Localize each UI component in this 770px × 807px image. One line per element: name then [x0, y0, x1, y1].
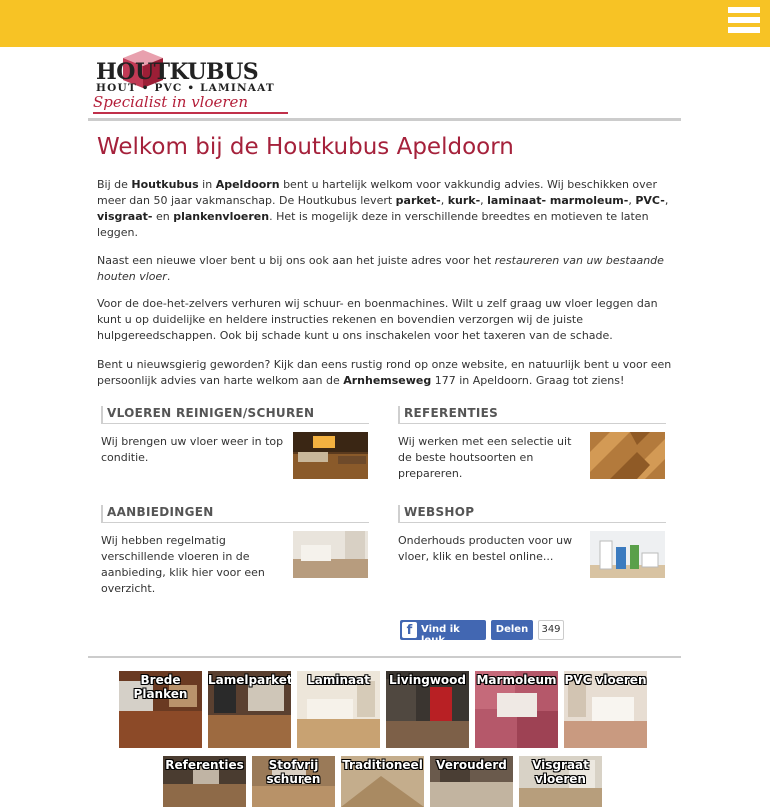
cleaning-products-image[interactable]: [590, 531, 665, 578]
block-heading[interactable]: VLOEREN REINIGEN/SCHUREN: [101, 406, 369, 424]
block-heading[interactable]: WEBSHOP: [398, 505, 666, 523]
tile-stofvrij-schuren[interactable]: Stofvrij schuren: [252, 756, 335, 807]
tile-label: Marmoleum: [476, 673, 557, 687]
block-heading[interactable]: AANBIEDINGEN: [101, 505, 369, 523]
tile-label: Laminaat: [307, 673, 370, 687]
tile-label: Livingwood: [389, 673, 466, 687]
tile-verouderd[interactable]: Verouderd: [430, 756, 513, 807]
facebook-like-label: Vind ik leuk: [421, 624, 460, 646]
tile-label: Visgraat vloeren: [532, 758, 589, 786]
tile-label: Brede Planken: [133, 673, 188, 701]
block-text: Onderhouds producten voor uw vloer, klik…: [398, 534, 573, 563]
bright-room-image[interactable]: [293, 531, 368, 578]
block-aanbiedingen: AANBIEDINGEN Wij hebben regelmatig versc…: [101, 505, 369, 595]
footer-divider: [88, 656, 681, 658]
hamburger-icon[interactable]: [728, 7, 760, 39]
tile-livingwood[interactable]: Livingwood: [386, 671, 469, 748]
header-divider: [88, 118, 681, 121]
site-logo[interactable]: HOUTKUBUS HOUT • PVC • LAMINAAT Speciali…: [93, 50, 293, 115]
top-bar: [0, 0, 770, 47]
facebook-share-button[interactable]: Delen: [491, 620, 533, 640]
intro-paragraph-2: Naast een nieuwe vloer bent u bij ons oo…: [97, 254, 664, 283]
living-room-image[interactable]: [293, 432, 368, 479]
parquet-image[interactable]: [590, 432, 665, 479]
tile-pvc-vloeren[interactable]: PVC vloeren: [564, 671, 647, 748]
facebook-like-button[interactable]: f Vind ik leuk: [400, 620, 486, 646]
tile-label: PVC vloeren: [564, 673, 647, 687]
block-text: Wij werken met een selectie uit de beste…: [398, 435, 572, 480]
block-webshop: WEBSHOP Onderhouds producten voor uw vlo…: [398, 505, 666, 578]
tile-label: Verouderd: [436, 758, 507, 772]
block-text: Wij hebben regelmatig verschillende vloe…: [101, 534, 265, 595]
tile-referenties[interactable]: Referenties: [163, 756, 246, 807]
block-referenties: REFERENTIES Wij werken met een selectie …: [398, 406, 666, 480]
tile-laminaat[interactable]: Laminaat: [297, 671, 380, 748]
intro-paragraph-4: Bent u nieuwsgierig geworden? Kijk dan e…: [97, 358, 672, 387]
block-text: Wij brengen uw vloer weer in top conditi…: [101, 435, 284, 464]
logo-underline: [93, 112, 288, 114]
tile-visgraat-vloeren[interactable]: Visgraat vloeren: [519, 756, 602, 807]
facebook-icon: f: [402, 622, 417, 638]
logo-slogan: Specialist in vloeren: [93, 93, 249, 111]
tile-lamelparket[interactable]: Lamelparket: [208, 671, 291, 748]
tile-label: Lamelparket: [208, 673, 291, 687]
tile-brede-planken[interactable]: Brede Planken: [119, 671, 202, 748]
block-vloeren-reinigen: VLOEREN REINIGEN/SCHUREN Wij brengen uw …: [101, 406, 369, 479]
tile-label: Stofvrij schuren: [266, 758, 321, 786]
page-title: Welkom bij de Houtkubus Apeldoorn: [97, 134, 514, 160]
intro-paragraph-3: Voor de doe-het-zelvers verhuren wij sch…: [97, 297, 658, 342]
tile-label: Referenties: [165, 758, 244, 772]
tile-traditioneel[interactable]: Traditioneel: [341, 756, 424, 807]
block-heading[interactable]: REFERENTIES: [398, 406, 666, 424]
tile-marmoleum[interactable]: Marmoleum: [475, 671, 558, 748]
facebook-like-count: 349: [538, 620, 564, 640]
intro-paragraph-1: Bij de Houtkubus in Apeldoorn bent u har…: [97, 178, 669, 239]
tile-label: Traditioneel: [342, 758, 423, 772]
